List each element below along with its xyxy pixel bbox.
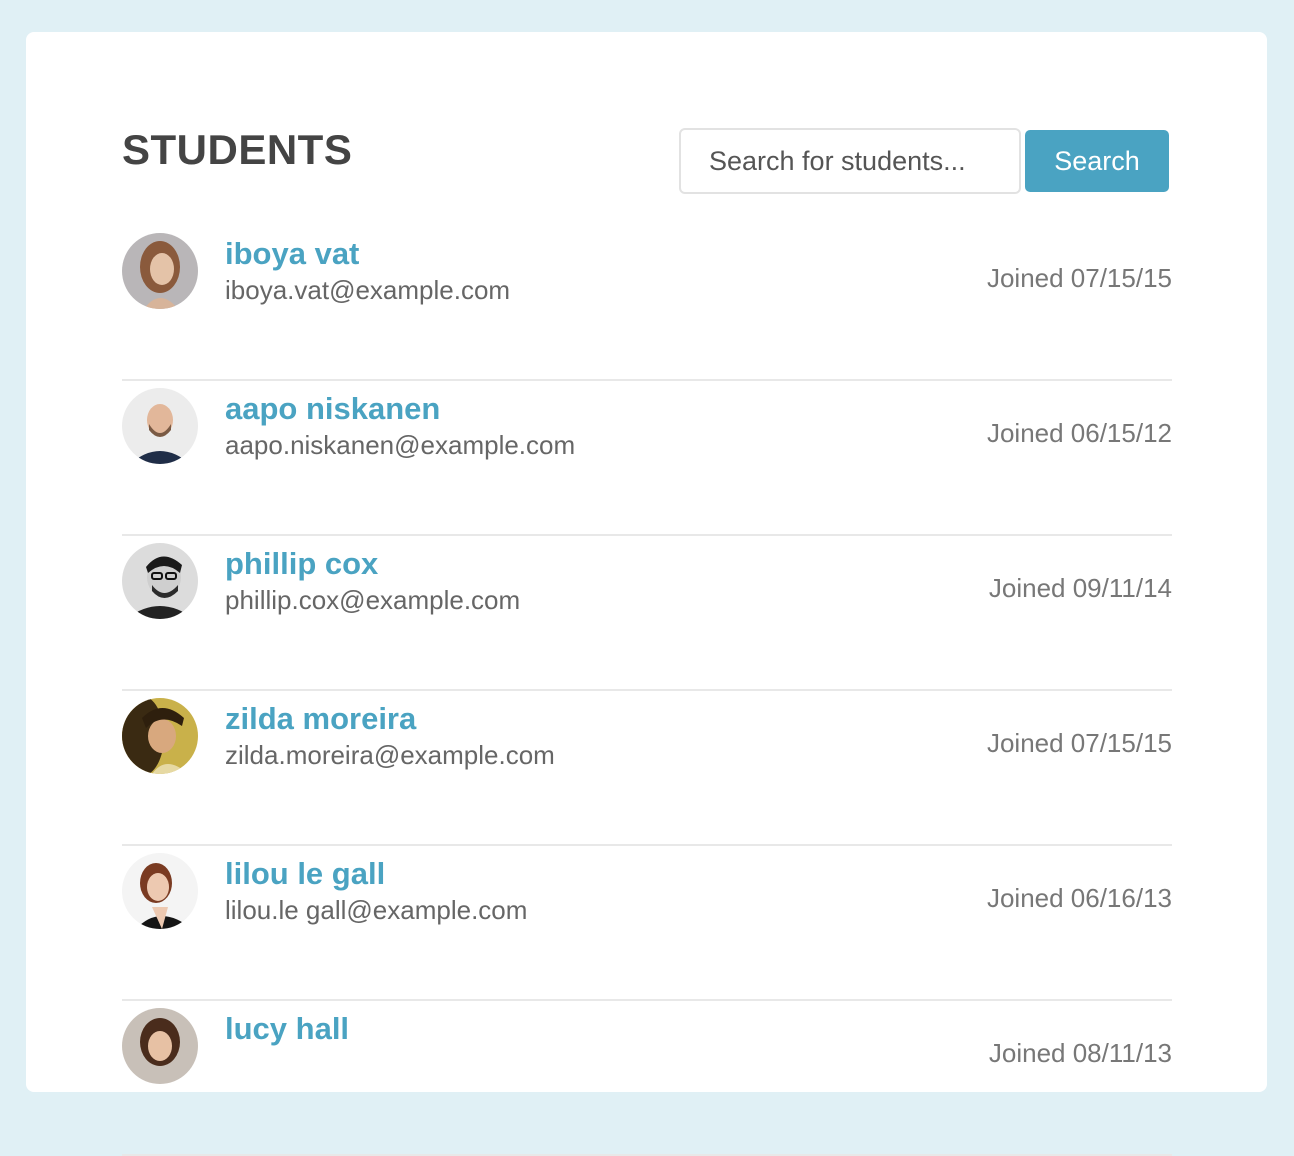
joined-date: Joined 06/15/12 (986, 418, 1172, 448)
student-row: lucy hall Joined 08/11/13 (122, 1001, 1172, 1156)
student-info: lucy hall (225, 1011, 349, 1047)
student-avatar[interactable] (122, 543, 198, 619)
student-email: zilda.moreira@example.com (225, 740, 555, 770)
student-email: aapo.niskanen@example.com (225, 430, 576, 460)
page-title: STUDENTS (122, 126, 353, 173)
joined-date: Joined 07/15/15 (986, 728, 1172, 758)
student-list: iboya vat iboya.vat@example.com Joined 0… (122, 226, 1172, 1156)
joined-date: Joined 09/11/14 (988, 573, 1172, 603)
student-name-link[interactable]: zilda moreira (225, 701, 555, 737)
student-name-link[interactable]: lucy hall (225, 1011, 349, 1047)
joined-date: Joined 08/11/13 (988, 1038, 1172, 1068)
joined-date: Joined 06/16/13 (986, 883, 1172, 913)
student-row: phillip cox phillip.cox@example.com Join… (122, 536, 1172, 691)
student-avatar[interactable] (122, 698, 198, 774)
student-email: lilou.le gall@example.com (225, 895, 528, 925)
student-row: iboya vat iboya.vat@example.com Joined 0… (122, 226, 1172, 381)
search-button[interactable]: Search (1025, 130, 1169, 192)
student-name-link[interactable]: iboya vat (225, 236, 510, 272)
student-email: iboya.vat@example.com (225, 275, 511, 305)
student-info: aapo niskanen aapo.niskanen@example.com (225, 391, 575, 463)
student-search-input[interactable] (679, 128, 1021, 194)
student-avatar[interactable] (122, 388, 198, 464)
student-avatar[interactable] (122, 1008, 198, 1084)
student-info: phillip cox phillip.cox@example.com (225, 546, 520, 618)
student-avatar[interactable] (122, 233, 198, 309)
student-row: zilda moreira zilda.moreira@example.com … (122, 691, 1172, 846)
student-name-link[interactable]: aapo niskanen (225, 391, 575, 427)
students-header: STUDENTS Search (122, 128, 1172, 198)
student-name-link[interactable]: lilou le gall (225, 856, 527, 892)
student-name-link[interactable]: phillip cox (225, 546, 520, 582)
student-info: zilda moreira zilda.moreira@example.com (225, 701, 555, 773)
student-info: iboya vat iboya.vat@example.com (225, 236, 510, 308)
student-row: lilou le gall lilou.le gall@example.com … (122, 846, 1172, 1001)
student-avatar[interactable] (122, 853, 198, 929)
student-email: phillip.cox@example.com (225, 585, 521, 615)
student-info: lilou le gall lilou.le gall@example.com (225, 856, 527, 928)
student-search-form: Search (679, 128, 1170, 194)
students-card: STUDENTS Search iboya vat iboya.vat@exam… (26, 32, 1267, 1156)
student-row: aapo niskanen aapo.niskanen@example.com … (122, 381, 1172, 536)
joined-date: Joined 07/15/15 (986, 263, 1172, 293)
